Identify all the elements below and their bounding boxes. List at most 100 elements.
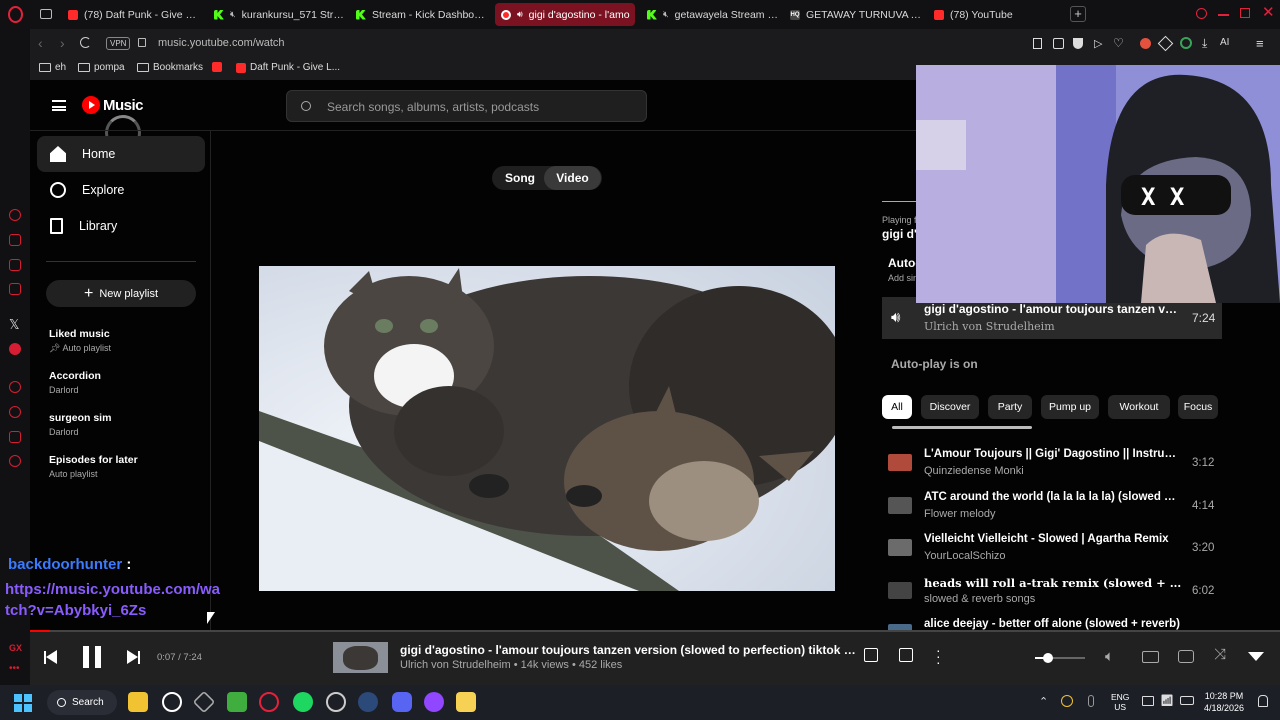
like-icon[interactable] [899,648,913,662]
nav-library[interactable]: Library [37,208,205,244]
messenger-icon[interactable] [9,283,21,295]
spotify-icon[interactable] [293,692,313,712]
live-icon[interactable] [9,343,21,355]
nav-home[interactable]: Home [37,136,205,172]
expand-player-icon[interactable] [1248,652,1264,661]
steam-icon[interactable] [358,692,378,712]
bookmark-item[interactable] [212,62,226,72]
now-playing-row[interactable]: 🔊︎ gigi d'agostino - l'amour toujours ta… [882,297,1222,339]
browser-tab[interactable]: 🔇︎ getawayela Stream - V [641,3,779,26]
browser-tab[interactable]: Stream - Kick Dashboard [350,3,488,26]
player-icon[interactable] [9,381,21,393]
muted-speaker-icon[interactable]: 🔇︎ [663,9,669,20]
aria-icon[interactable] [9,209,21,221]
display-icon[interactable] [1142,696,1154,706]
chip-discover[interactable]: Discover [921,395,979,419]
bookmark-folder[interactable]: Bookmarks [137,62,203,73]
song-toggle-button[interactable]: Song [505,171,535,185]
bookmark-folder[interactable]: pompa [78,62,125,73]
chips-scrollbar[interactable] [892,426,1032,429]
volume-slider[interactable] [1035,653,1085,663]
battery-icon[interactable] [1180,696,1194,705]
back-icon[interactable]: ‹ [38,35,43,51]
pause-icon[interactable] [83,646,101,668]
search-box[interactable]: Search songs, albums, artists, podcasts [286,90,647,122]
bookmark-folder[interactable]: eh [39,62,66,73]
repeat-icon[interactable] [1178,650,1194,663]
browser-tab-active[interactable]: 🔊︎ gigi d'agostino - l'amo [495,3,635,26]
pen-app-icon[interactable] [456,692,476,712]
pin-icon[interactable] [1033,38,1042,49]
chip-workout[interactable]: Workout [1108,395,1170,419]
vpn-badge[interactable]: VPN [106,37,131,50]
heart-icon[interactable]: ♡ [1113,36,1124,50]
url-field[interactable]: music.youtube.com/watch [158,37,285,49]
menu-icon[interactable]: ≡ [1256,36,1264,51]
video-toggle-button[interactable]: Video [544,166,601,190]
history-icon[interactable] [9,406,21,418]
file-explorer-icon[interactable] [128,692,148,712]
minimize-icon[interactable] [1218,14,1229,16]
forward-icon[interactable]: › [60,35,65,51]
more-options-icon[interactable]: · · · [936,643,941,669]
opera-logo-icon[interactable] [8,6,23,23]
tray-sync-icon[interactable] [1061,695,1073,707]
new-playlist-button[interactable]: + New playlist [46,280,196,307]
clock[interactable]: 10:28 PM 4/18/2026 [1204,690,1244,714]
previous-track-icon[interactable] [44,650,57,664]
twitch-app-icon[interactable] [424,692,444,712]
opera-gx-taskbar-icon[interactable] [259,692,279,712]
youtube-music-logo[interactable]: Music [82,96,144,114]
reload-icon[interactable] [80,37,91,48]
next-track-icon[interactable] [127,650,140,664]
queue-item[interactable]: alice deejay - better off alone (slowed … [882,612,1222,630]
browser-tab[interactable]: (78) YouTube [928,3,1066,26]
maximize-icon[interactable] [1240,8,1250,18]
unity-icon[interactable] [192,690,216,714]
ai-icon[interactable]: AI [1220,37,1229,48]
hamburger-menu-icon[interactable] [52,100,66,111]
close-icon[interactable]: ✕ [1262,3,1275,21]
player-thumbnail[interactable] [333,642,388,673]
nav-explore[interactable]: Explore [37,172,205,208]
notifications-icon[interactable] [1258,695,1268,707]
play-icon[interactable]: ▷ [1094,37,1102,50]
captions-icon[interactable] [1142,651,1159,663]
queue-item[interactable]: heads will roll a-trak remix (slowed + r… [882,570,1222,612]
browser-tab[interactable]: HQ GETAWAY TURNUVA AQ [784,3,922,26]
gx-control-icon[interactable]: GX [9,643,22,653]
bookmark-item[interactable]: Daft Punk - Give L... [236,62,340,73]
windows-start-icon[interactable] [14,694,32,712]
dislike-icon[interactable] [864,648,878,662]
download-icon[interactable]: ⤓ [1202,36,1207,51]
shuffle-icon[interactable]: ⤨ [1214,646,1226,663]
queue-item[interactable]: Vielleicht Vielleicht - Slowed | Agartha… [882,527,1222,569]
network-icon[interactable]: 📶︎ [1160,694,1174,707]
microphone-icon[interactable] [1088,695,1094,707]
new-tab-button[interactable]: + [1070,6,1086,22]
extension-green-icon[interactable] [1180,37,1192,49]
clock-app-icon[interactable] [326,692,346,712]
extension-red-icon[interactable] [1140,38,1151,49]
video-player[interactable] [259,266,835,591]
volume-knob[interactable] [1042,653,1053,663]
browser-tab[interactable]: 🔇︎ kurankursu_571 Stream [208,3,344,26]
shield-icon[interactable] [1073,38,1083,49]
progress-track[interactable] [30,630,1280,632]
search-tabs-icon[interactable] [1196,8,1207,19]
x-twitter-icon[interactable]: 𝕏 [9,317,19,333]
browser-tab[interactable]: (78) Daft Punk - Give Life [62,3,200,26]
volume-icon[interactable]: 🔈︎ [1105,648,1114,665]
discord-icon[interactable] [392,692,412,712]
settings-icon[interactable] [9,455,21,467]
queue-item[interactable]: L'Amour Toujours || Gigi' Dagostino || I… [882,442,1222,484]
chip-pump-up[interactable]: Pump up [1041,395,1099,419]
minecraft-icon[interactable] [227,692,247,712]
twitch-icon[interactable] [9,259,21,271]
taskbar-search[interactable]: Search [47,690,117,715]
chatgpt-icon[interactable] [162,692,182,712]
more-icon[interactable]: ••• [9,663,20,674]
chip-focus[interactable]: Focus [1178,395,1218,419]
queue-item[interactable]: ATC around the world (la la la la la) (s… [882,485,1222,527]
extension-icon[interactable] [1157,35,1174,52]
